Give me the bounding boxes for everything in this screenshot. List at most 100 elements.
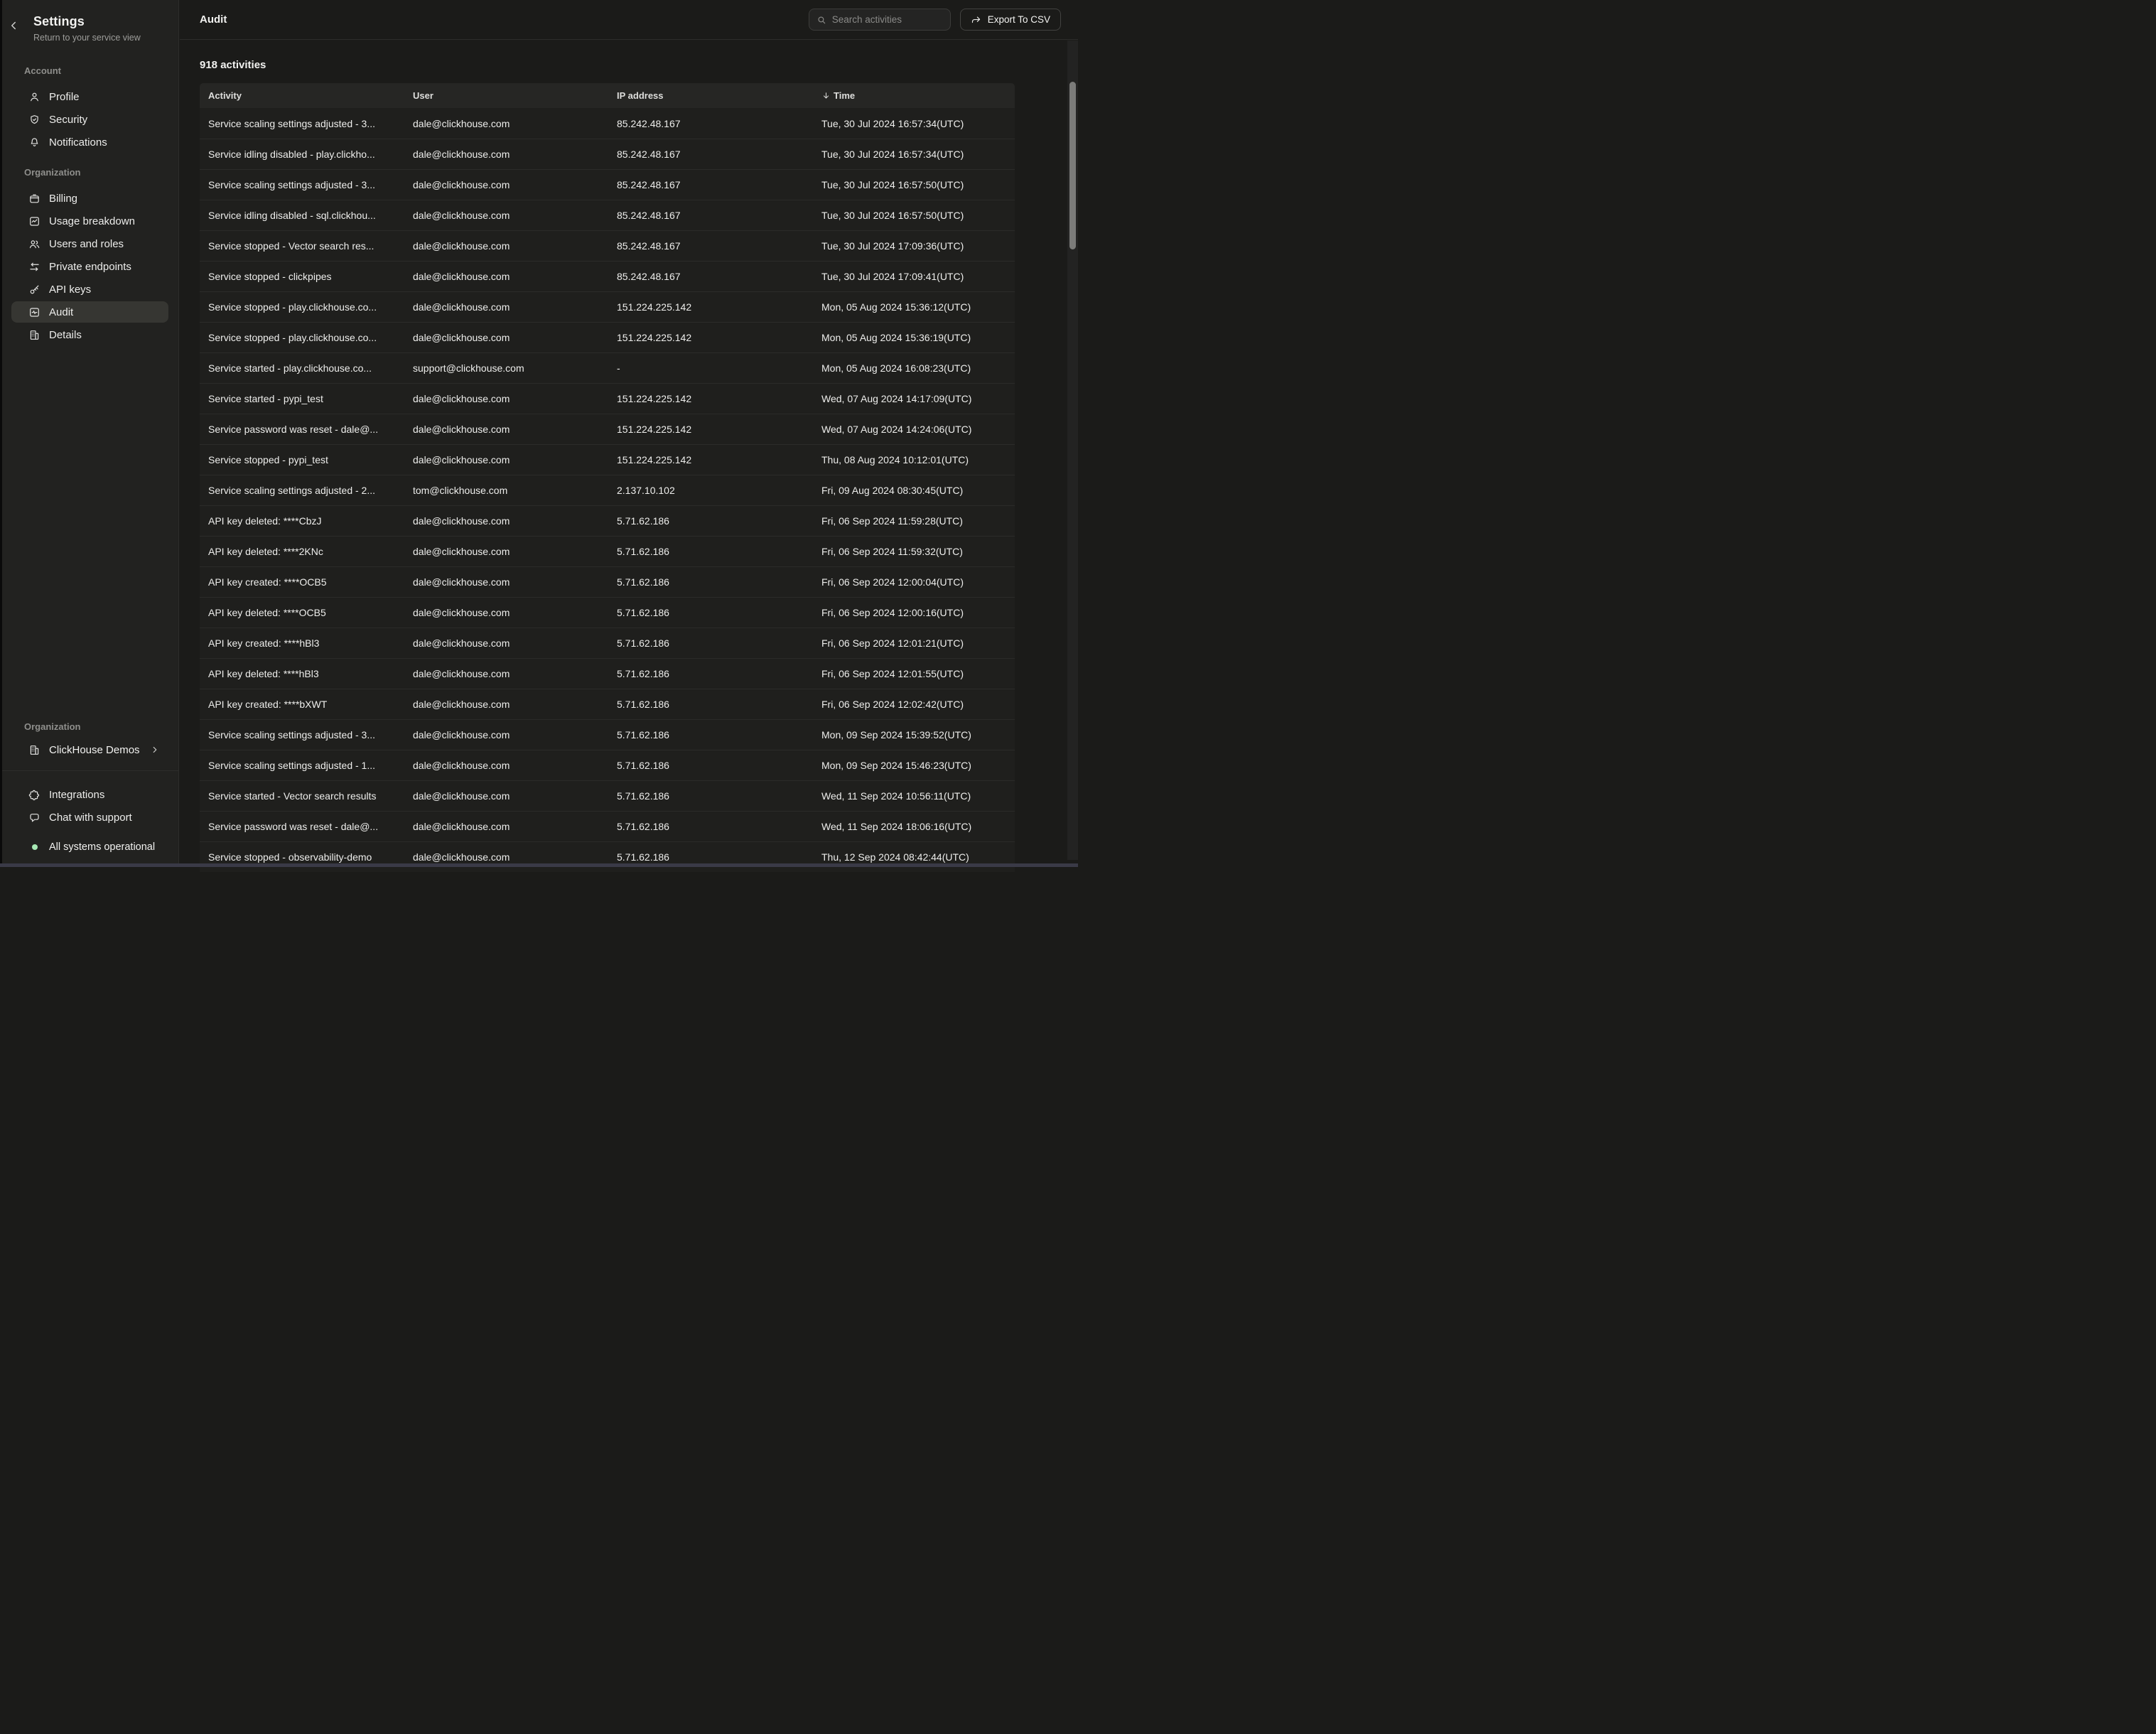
activity-cell: API key deleted: ****2KNc: [200, 536, 404, 566]
activity-cell: Service started - play.clickhouse.co...: [200, 352, 404, 383]
sidebar-item-profile[interactable]: Profile: [11, 86, 168, 107]
table-row[interactable]: API key deleted: ****OCB5dale@clickhouse…: [200, 597, 1015, 628]
activity-cell: API key deleted: ****hBl3: [200, 658, 404, 689]
sidebar-item-api-keys[interactable]: API keys: [11, 279, 168, 300]
table-row[interactable]: Service idling disabled - play.clickho..…: [200, 139, 1015, 169]
sidebar-item-label: Private endpoints: [49, 261, 131, 273]
audit-table: Activity UserIP addressTime Service scali…: [200, 83, 1015, 872]
activity-cell: Service stopped - play.clickhouse.co...: [200, 291, 404, 322]
user-cell: dale@clickhouse.com: [404, 628, 608, 658]
activity-cell: Service scaling settings adjusted - 3...: [200, 169, 404, 200]
system-status[interactable]: All systems operational: [11, 836, 168, 858]
table-row[interactable]: Service scaling settings adjusted - 1...…: [200, 750, 1015, 780]
user-cell: support@clickhouse.com: [404, 352, 608, 383]
column-header-time[interactable]: Time: [813, 83, 1015, 108]
user-cell: dale@clickhouse.com: [404, 780, 608, 811]
time-cell: Thu, 12 Sep 2024 08:42:44(UTC): [813, 841, 1015, 872]
sidebar-item-label: Billing: [49, 193, 77, 205]
time-cell: Thu, 08 Aug 2024 10:12:01(UTC): [813, 444, 1015, 475]
table-row[interactable]: API key created: ****hBl3dale@clickhouse…: [200, 628, 1015, 658]
user-cell: dale@clickhouse.com: [404, 444, 608, 475]
time-cell: Tue, 30 Jul 2024 16:57:34(UTC): [813, 139, 1015, 169]
column-header-ip-address[interactable]: IP address: [608, 83, 813, 108]
sidebar-item-private-endpoints[interactable]: Private endpoints: [11, 256, 168, 277]
wallet-icon: [28, 193, 41, 205]
search-input[interactable]: [832, 14, 943, 25]
section-label-organization: Organization: [0, 167, 178, 178]
table-row[interactable]: Service stopped - pypi_testdale@clickhou…: [200, 444, 1015, 475]
column-header-activity[interactable]: Activity: [200, 83, 404, 108]
table-row[interactable]: Service password was reset - dale@...dal…: [200, 811, 1015, 841]
table-row[interactable]: Service scaling settings adjusted - 3...…: [200, 108, 1015, 139]
organization-switcher[interactable]: ClickHouse Demos: [11, 739, 168, 760]
chevron-left-icon[interactable]: [7, 19, 20, 32]
search-icon: [816, 15, 826, 25]
user-cell: dale@clickhouse.com: [404, 139, 608, 169]
user-cell: dale@clickhouse.com: [404, 169, 608, 200]
scrollbar-track[interactable]: [1067, 41, 1078, 860]
ip-cell: -: [608, 352, 813, 383]
ip-cell: 5.71.62.186: [608, 719, 813, 750]
table-row[interactable]: Service stopped - observability-demodale…: [200, 841, 1015, 872]
ip-cell: 5.71.62.186: [608, 628, 813, 658]
building-icon: [28, 329, 41, 341]
table-row[interactable]: Service started - Vector search resultsd…: [200, 780, 1015, 811]
table-row[interactable]: Service idling disabled - sql.clickhou..…: [200, 200, 1015, 230]
user-cell: tom@clickhouse.com: [404, 475, 608, 505]
column-label: Activity: [208, 90, 242, 101]
time-cell: Fri, 09 Aug 2024 08:30:45(UTC): [813, 475, 1015, 505]
table-row[interactable]: Service scaling settings adjusted - 3...…: [200, 719, 1015, 750]
user-cell: dale@clickhouse.com: [404, 750, 608, 780]
sidebar-item-chat-with-support[interactable]: Chat with support: [11, 807, 168, 828]
sidebar-item-integrations[interactable]: Integrations: [11, 784, 168, 805]
time-cell: Fri, 06 Sep 2024 12:01:21(UTC): [813, 628, 1015, 658]
table-row[interactable]: Service stopped - clickpipesdale@clickho…: [200, 261, 1015, 291]
sidebar-item-audit[interactable]: Audit: [11, 301, 168, 323]
table-row[interactable]: API key deleted: ****hBl3dale@clickhouse…: [200, 658, 1015, 689]
sidebar-item-label: Security: [49, 114, 87, 126]
ip-cell: 151.224.225.142: [608, 414, 813, 444]
activity-cell: API key created: ****bXWT: [200, 689, 404, 719]
table-row[interactable]: Service stopped - play.clickhouse.co...d…: [200, 291, 1015, 322]
table-row[interactable]: Service scaling settings adjusted - 2...…: [200, 475, 1015, 505]
table-row[interactable]: API key created: ****bXWTdale@clickhouse…: [200, 689, 1015, 719]
sidebar-footer: Organization ClickHouse Demos Integratio…: [0, 721, 178, 863]
table-row[interactable]: Service started - play.clickhouse.co...s…: [200, 352, 1015, 383]
table-row[interactable]: API key deleted: ****2KNcdale@clickhouse…: [200, 536, 1015, 566]
section-label-account: Account: [0, 65, 178, 76]
sidebar-item-security[interactable]: Security: [11, 109, 168, 130]
column-header-user[interactable]: User: [404, 83, 608, 108]
ip-cell: 5.71.62.186: [608, 689, 813, 719]
table-row[interactable]: Service stopped - play.clickhouse.co...d…: [200, 322, 1015, 352]
sidebar-item-notifications[interactable]: Notifications: [11, 131, 168, 153]
activity-cell: Service password was reset - dale@...: [200, 414, 404, 444]
table-row[interactable]: Service stopped - Vector search res...da…: [200, 230, 1015, 261]
sidebar-item-usage-breakdown[interactable]: Usage breakdown: [11, 210, 168, 232]
user-cell: dale@clickhouse.com: [404, 597, 608, 628]
ip-cell: 85.242.48.167: [608, 169, 813, 200]
activity-cell: API key created: ****OCB5: [200, 566, 404, 597]
search-activities-box[interactable]: [809, 9, 951, 31]
table-row[interactable]: Service password was reset - dale@...dal…: [200, 414, 1015, 444]
sidebar-item-billing[interactable]: Billing: [11, 188, 168, 209]
sidebar-item-users-and-roles[interactable]: Users and roles: [11, 233, 168, 254]
table-row[interactable]: API key deleted: ****CbzJdale@clickhouse…: [200, 505, 1015, 536]
settings-title: Settings: [33, 14, 167, 29]
table-row[interactable]: Service scaling settings adjusted - 3...…: [200, 169, 1015, 200]
user-cell: dale@clickhouse.com: [404, 383, 608, 414]
user-icon: [28, 91, 41, 103]
export-to-csv-button[interactable]: Export To CSV: [960, 9, 1061, 31]
activity-cell: Service scaling settings adjusted - 3...: [200, 108, 404, 139]
table-row[interactable]: Service started - pypi_testdale@clickhou…: [200, 383, 1015, 414]
swap-arrows-icon: [28, 261, 41, 273]
scrollbar-thumb[interactable]: [1069, 82, 1076, 249]
table-row[interactable]: API key created: ****OCB5dale@clickhouse…: [200, 566, 1015, 597]
sidebar-item-label: Audit: [49, 306, 73, 318]
organization-nav-list: Billing Usage breakdownUsers and roles Pri…: [0, 188, 178, 347]
return-link[interactable]: Return to your service view: [33, 33, 167, 43]
sidebar-item-label: Notifications: [49, 136, 107, 149]
sidebar-item-details[interactable]: Details: [11, 324, 168, 345]
time-cell: Mon, 05 Aug 2024 15:36:19(UTC): [813, 322, 1015, 352]
activity-cell: Service started - Vector search results: [200, 780, 404, 811]
shield-check-icon: [28, 114, 41, 126]
